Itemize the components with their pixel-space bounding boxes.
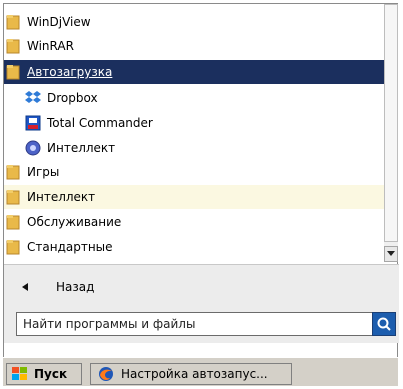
program-item-intellect-folder[interactable]: Интеллект bbox=[4, 185, 384, 209]
program-item-label: WinRAR bbox=[27, 39, 74, 53]
program-item-label: Автозагрузка bbox=[27, 65, 113, 79]
folder-icon bbox=[4, 63, 22, 81]
programs-scrollbar[interactable] bbox=[384, 4, 398, 262]
firefox-icon bbox=[99, 367, 113, 381]
folder-icon bbox=[4, 13, 22, 31]
folder-icon bbox=[4, 163, 22, 181]
taskbar: Пуск Настройка автозапус... bbox=[3, 357, 398, 386]
search-button[interactable] bbox=[372, 312, 396, 336]
program-item-games[interactable]: Игры bbox=[4, 160, 384, 184]
folder-icon bbox=[4, 238, 22, 256]
taskbar-item-label: Настройка автозапус... bbox=[121, 367, 268, 381]
program-item-label: Total Commander bbox=[47, 116, 153, 130]
program-item-label: Интеллект bbox=[47, 141, 116, 155]
windows-logo-icon bbox=[12, 367, 27, 380]
back-button[interactable]: Назад bbox=[22, 277, 94, 297]
intellect-app-icon bbox=[24, 139, 42, 157]
start-menu-footer: Назад Найти программы и файлы bbox=[4, 265, 399, 343]
folder-icon bbox=[4, 213, 22, 231]
chevron-down-icon bbox=[387, 251, 395, 256]
start-button-label: Пуск bbox=[34, 367, 68, 381]
program-item-accessories[interactable]: Стандартные bbox=[4, 235, 384, 259]
program-item-winrar[interactable]: WinRAR bbox=[4, 34, 384, 58]
program-item-maintenance[interactable]: Обслуживание bbox=[4, 210, 384, 234]
folder-icon bbox=[4, 37, 22, 55]
program-item-total-commander[interactable]: Total Commander bbox=[4, 111, 384, 135]
dropbox-icon bbox=[24, 89, 42, 107]
program-item-intellect-app[interactable]: Интеллект bbox=[4, 136, 384, 160]
program-item-label: Dropbox bbox=[47, 91, 98, 105]
back-button-label: Назад bbox=[56, 280, 95, 294]
total-commander-icon bbox=[24, 114, 42, 132]
program-item-label: WinDjView bbox=[27, 15, 91, 29]
scrollbar-thumb[interactable] bbox=[384, 4, 398, 242]
program-item-label: Игры bbox=[27, 165, 60, 179]
program-item-label: Интеллект bbox=[27, 190, 96, 204]
search-placeholder: Найти программы и файлы bbox=[23, 317, 196, 331]
taskbar-item-firefox[interactable]: Настройка автозапус... bbox=[90, 363, 292, 385]
programs-list: WinDjView WinRAR Автозагрузка Dropbox To… bbox=[4, 4, 384, 262]
search-icon bbox=[377, 317, 391, 331]
search-input[interactable]: Найти программы и файлы bbox=[16, 312, 374, 336]
arrow-left-icon bbox=[22, 283, 28, 291]
program-item-label: Стандартные bbox=[27, 240, 113, 254]
program-item-dropbox[interactable]: Dropbox bbox=[4, 86, 384, 110]
start-button[interactable]: Пуск bbox=[6, 363, 82, 385]
program-item-label: Обслуживание bbox=[27, 215, 122, 229]
scroll-down-button[interactable] bbox=[384, 246, 398, 262]
program-item-autostart[interactable]: Автозагрузка bbox=[4, 60, 384, 84]
program-item-windjview[interactable]: WinDjView bbox=[4, 10, 384, 34]
folder-icon bbox=[4, 188, 22, 206]
